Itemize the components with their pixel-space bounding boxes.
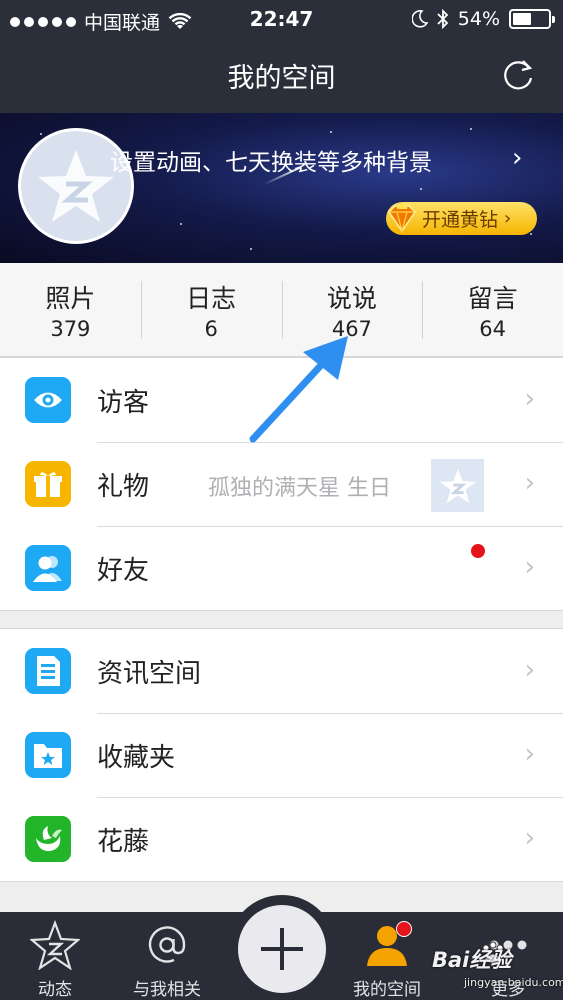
watermark-brand: Bai经验 — [432, 948, 512, 972]
stat-photos[interactable]: 照片 379 — [0, 263, 141, 356]
stat-value: 6 — [204, 317, 218, 341]
star-decoration — [40, 133, 42, 135]
friend-avatar-thumbnail — [431, 459, 484, 512]
plus-icon — [261, 928, 303, 970]
refresh-icon[interactable] — [501, 58, 535, 92]
friends-icon — [25, 545, 71, 591]
baidu-jingyan-watermark: Bai经验 jingyan.baidu.com — [432, 941, 563, 998]
chevron-right-icon: › — [524, 468, 535, 498]
chevron-right-icon: › — [524, 655, 535, 685]
qzone-star-icon — [38, 150, 114, 222]
eye-icon — [25, 377, 71, 423]
tab-my-space[interactable]: 我的空间 — [332, 912, 442, 1000]
chevron-right-icon: › — [524, 384, 535, 414]
stats-bar: 照片 379 日志 6 说说 467 留言 64 — [0, 263, 563, 357]
watermark-url: jingyan.baidu.com — [464, 976, 563, 989]
chevron-right-icon: › — [524, 739, 535, 769]
menu-group-social: 访客 › 礼物 孤独的满天星 生日 › 好友 › — [0, 357, 563, 611]
star-decoration — [420, 188, 422, 190]
page-title: 我的空间 — [227, 63, 336, 94]
stat-moods[interactable]: 说说 467 — [281, 263, 423, 356]
star-decoration — [530, 233, 532, 235]
bluetooth-icon — [437, 9, 449, 29]
tab-feed[interactable]: 动态 — [0, 912, 110, 1000]
menu-item-news-space[interactable]: 资讯空间 › — [0, 629, 563, 713]
stat-label: 日志 — [186, 284, 237, 313]
stat-value: 64 — [479, 317, 506, 341]
top-bar: 中国联通 22:47 54% 我的空间 — [0, 0, 563, 113]
battery-icon — [509, 9, 555, 29]
chevron-right-icon: › — [524, 823, 535, 853]
add-post-button[interactable] — [238, 905, 326, 993]
tab-mentions[interactable]: 与我相关 — [112, 912, 222, 1000]
gift-birthday-hint: 孤独的满天星 生日 — [208, 476, 391, 501]
star-decoration — [470, 128, 472, 130]
status-bar: 中国联通 22:47 54% — [0, 0, 563, 38]
menu-item-label: 花藤 — [97, 827, 150, 857]
at-icon — [148, 926, 186, 963]
chevron-right-icon: › — [504, 208, 512, 229]
chevron-right-icon[interactable]: › — [512, 143, 522, 173]
chevron-right-icon: › — [524, 552, 535, 582]
stat-messages[interactable]: 留言 64 — [422, 263, 563, 356]
menu-item-gifts[interactable]: 礼物 孤独的满天星 生日 › — [0, 442, 563, 559]
tab-label: 我的空间 — [353, 980, 421, 1000]
notification-dot — [396, 921, 412, 937]
gift-icon — [25, 461, 71, 507]
stat-label: 照片 — [45, 284, 96, 313]
menu-item-favorites[interactable]: 收藏夹 › — [0, 713, 563, 797]
stat-label: 留言 — [467, 284, 518, 313]
battery-fill — [513, 13, 531, 25]
menu-item-huateng[interactable]: 花藤 › — [0, 797, 563, 881]
stat-blog[interactable]: 日志 6 — [140, 263, 282, 356]
star-decoration — [330, 131, 332, 133]
huateng-icon — [25, 816, 71, 862]
stat-value: 379 — [50, 317, 91, 341]
menu-group-content: 资讯空间 › 收藏夹 › 花藤 › — [0, 628, 563, 882]
tab-label: 动态 — [38, 980, 72, 1000]
star-decoration — [250, 248, 252, 250]
moon-icon — [411, 10, 428, 28]
vip-button-label: 开通黄钻 — [422, 209, 499, 231]
menu-item-label: 资讯空间 — [97, 659, 202, 689]
profile-banner[interactable]: 设置动画、七天换装等多种背景 › 开通黄钻 › — [0, 113, 563, 263]
star-decoration — [180, 223, 182, 225]
menu-item-label: 收藏夹 — [97, 743, 176, 773]
news-icon — [25, 648, 71, 694]
qzone-star-icon — [30, 920, 80, 970]
battery-percent: 54% — [457, 8, 500, 30]
menu-item-label: 好友 — [97, 556, 150, 586]
menu-item-visitors[interactable]: 访客 › — [0, 358, 563, 442]
diamond-icon — [388, 202, 416, 233]
banner-background-prompt[interactable]: 设置动画、七天换装等多种背景 — [110, 143, 432, 177]
favorites-folder-icon — [25, 732, 71, 778]
menu-item-label: 礼物 — [97, 472, 150, 502]
qzone-star-icon — [439, 468, 476, 503]
menu-item-label: 访客 — [97, 388, 150, 418]
stat-value: 467 — [331, 317, 372, 341]
stat-label: 说说 — [326, 284, 377, 313]
open-yellow-diamond-button[interactable]: 开通黄钻 › — [386, 202, 537, 235]
tab-label: 与我相关 — [133, 980, 201, 1000]
menu-item-friends[interactable]: 好友 › — [0, 526, 563, 610]
